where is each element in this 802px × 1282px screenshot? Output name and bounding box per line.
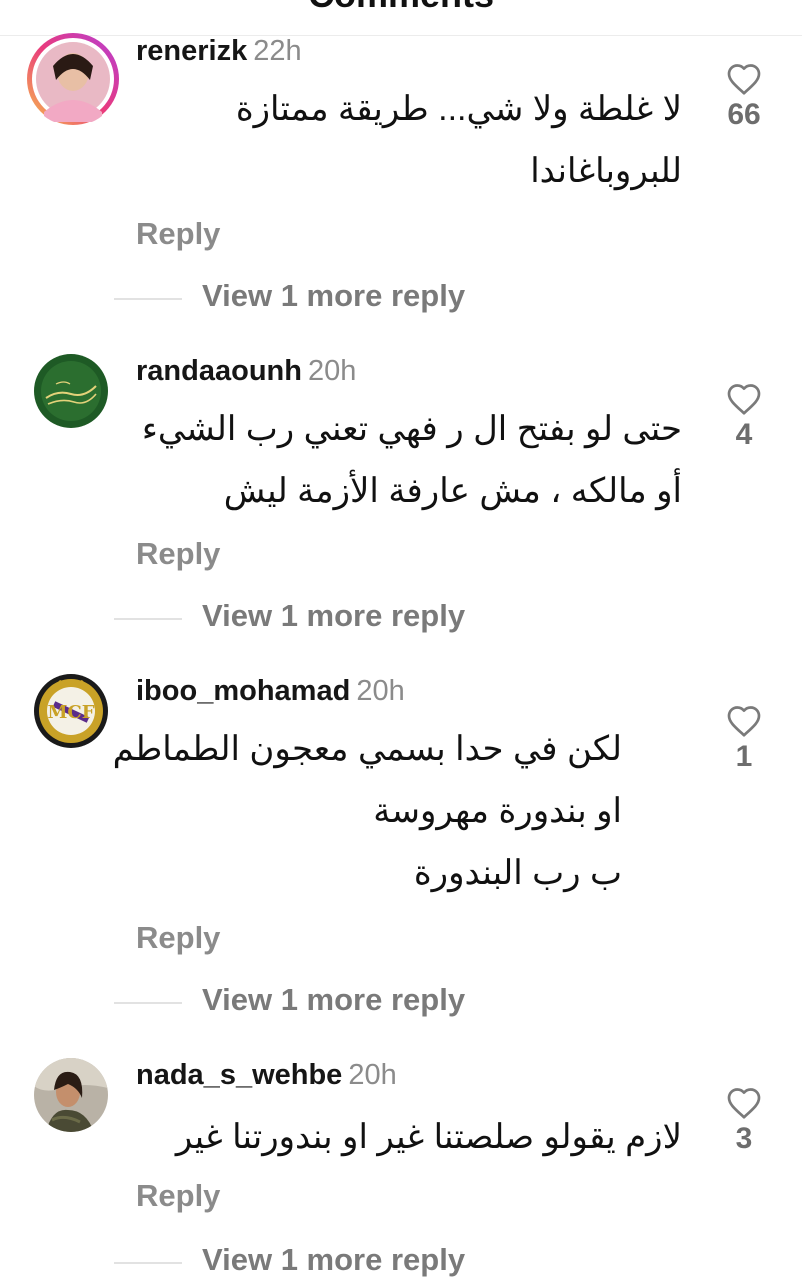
reply-button[interactable]: Reply bbox=[136, 1178, 220, 1214]
timestamp: 22h bbox=[253, 35, 302, 67]
timestamp: 20h bbox=[356, 675, 405, 707]
comment-text: لازم يقولو صلصتنا غير او بندورتنا غير bbox=[176, 1106, 682, 1168]
view-more-label: View 1 more reply bbox=[202, 598, 466, 633]
username[interactable]: nada_s_wehbe bbox=[136, 1059, 342, 1091]
view-more-label: View 1 more reply bbox=[202, 1242, 466, 1277]
avatar[interactable]: MCF bbox=[34, 674, 108, 748]
username[interactable]: renerizk bbox=[136, 35, 247, 67]
timestamp: 20h bbox=[307, 355, 357, 387]
avatar[interactable] bbox=[26, 32, 120, 126]
like-button[interactable]: 4 bbox=[714, 382, 774, 452]
reply-thread-line bbox=[114, 1002, 182, 1004]
reply-button[interactable]: Reply bbox=[136, 216, 220, 252]
comment-text: حتى لو بفتح ال ر فهي تعني رب الشيء أو ما… bbox=[142, 398, 682, 522]
timestamp: 20h bbox=[348, 1059, 397, 1091]
reply-thread-line bbox=[114, 298, 182, 300]
username[interactable]: iboo_mohamad bbox=[136, 675, 350, 707]
reply-thread-line bbox=[114, 1262, 182, 1264]
reply-button[interactable]: Reply bbox=[136, 536, 220, 572]
view-more-label: View 1 more reply bbox=[202, 982, 466, 1017]
heart-outline-icon bbox=[727, 1088, 761, 1119]
comment-line: للبروباغاندا bbox=[530, 152, 682, 190]
reply-thread-line bbox=[114, 618, 182, 620]
reply-button[interactable]: Reply bbox=[136, 920, 220, 956]
comment-meta: nada_s_wehbe 20h bbox=[136, 1058, 397, 1092]
avatar[interactable] bbox=[34, 354, 108, 428]
comment-line: لازم يقولو صلصتنا غير او بندورتنا غير bbox=[175, 1118, 682, 1156]
comment-text: لكن في حدا بسمي معجون الطماطم او بندورة … bbox=[113, 718, 622, 904]
like-button[interactable]: 66 bbox=[714, 62, 774, 132]
comment-meta: randaaounh 20h bbox=[136, 354, 356, 388]
heart-outline-icon bbox=[727, 706, 761, 737]
svg-text:MCF: MCF bbox=[47, 702, 94, 723]
comment-line: ب رب البندورة bbox=[413, 854, 622, 892]
comment-line: لكن في حدا بسمي معجون الطماطم bbox=[112, 730, 622, 768]
like-count: 3 bbox=[735, 1122, 753, 1155]
like-button[interactable]: 3 bbox=[714, 1086, 774, 1156]
comment-meta: renerizk 22h bbox=[136, 34, 302, 68]
comment-line: او بندورة مهروسة bbox=[373, 792, 622, 830]
view-more-label: View 1 more reply bbox=[202, 278, 466, 313]
like-button[interactable]: 1 bbox=[714, 704, 774, 774]
heart-outline-icon bbox=[727, 64, 761, 95]
username[interactable]: randaaounh bbox=[136, 355, 302, 387]
heart-outline-icon bbox=[727, 384, 761, 415]
header-divider bbox=[0, 35, 802, 36]
comment-meta: iboo_mohamad 20h bbox=[136, 674, 405, 708]
like-count: 66 bbox=[727, 98, 761, 131]
comment-line: أو مالكه ، مش عارفة الأزمة ليش bbox=[223, 472, 682, 510]
comment-line: لا غلطة ولا شي... طريقة ممتازة bbox=[235, 90, 682, 128]
like-count: 1 bbox=[735, 740, 753, 773]
comments-title: Comments bbox=[0, 0, 802, 16]
like-count: 4 bbox=[735, 418, 753, 451]
avatar[interactable] bbox=[34, 1058, 108, 1132]
comment-text: لا غلطة ولا شي... طريقة ممتازة للبروباغا… bbox=[236, 78, 682, 202]
comment-line: حتى لو بفتح ال ر فهي تعني رب الشيء bbox=[141, 410, 682, 448]
